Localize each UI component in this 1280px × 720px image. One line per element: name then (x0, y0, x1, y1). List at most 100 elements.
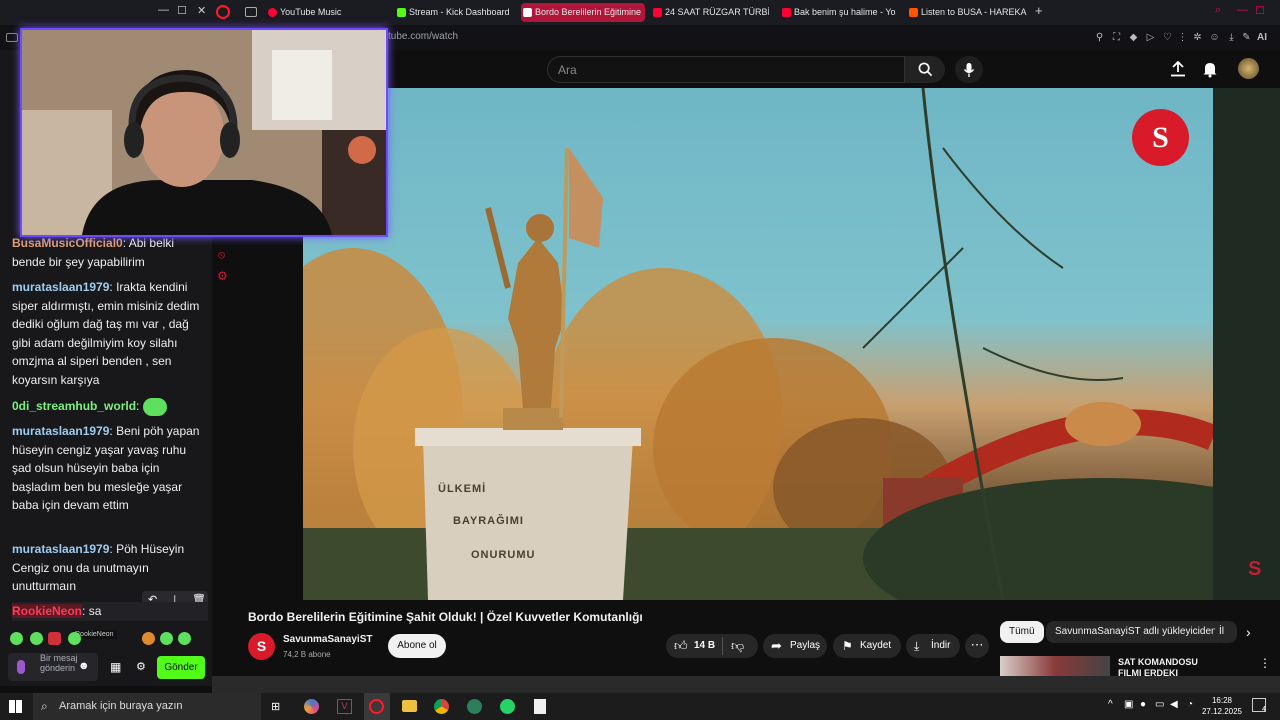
tab-ruzgar-turbin[interactable]: 24 SAAT RÜZGAR TÜRBİN (651, 3, 769, 22)
windows-start-icon[interactable] (9, 700, 22, 713)
clock-time: 16:28 (1211, 696, 1233, 705)
gift-icon[interactable]: ▦ (110, 660, 121, 674)
minimize-window-icon[interactable]: — (1237, 4, 1248, 16)
tab-youtube-music[interactable]: YouTube Music (266, 3, 384, 22)
tab-kick-dashboard[interactable]: Stream - Kick Dashboard (395, 3, 515, 22)
copilot-icon[interactable] (304, 699, 319, 714)
download-button[interactable]: ⤓ İndir (906, 634, 960, 658)
like-icon[interactable]: 👍︎ (674, 638, 688, 654)
whatsapp-icon[interactable] (500, 699, 515, 714)
emote-icon[interactable] (160, 632, 173, 645)
play-icon[interactable]: ▷ (1145, 32, 1156, 43)
workspaces-icon[interactable] (245, 7, 257, 17)
tray-chevron-icon[interactable]: ^ (1108, 699, 1113, 710)
chat-username[interactable]: murataslaan1979 (12, 424, 109, 438)
suggested-thumbnail[interactable] (1000, 656, 1110, 676)
chat-username[interactable]: RookieNeon (12, 604, 83, 618)
new-tab-icon[interactable]: + (1035, 3, 1043, 18)
file-explorer-icon[interactable] (402, 700, 417, 712)
suggested-menu-icon[interactable]: ⋮ (1259, 656, 1271, 670)
emote-icon (142, 397, 167, 416)
more-actions-button[interactable]: ⋯ (965, 634, 989, 658)
save-button[interactable]: ⚑ Kaydet (833, 634, 901, 658)
search-input[interactable]: Ara (547, 56, 905, 83)
app-icon[interactable]: V (337, 699, 352, 714)
download-icon[interactable]: ⤓ (1226, 32, 1237, 43)
emote-icon[interactable] (48, 632, 61, 645)
activity-icon[interactable]: ⦸ (218, 249, 225, 262)
xbox-icon[interactable] (467, 699, 482, 714)
microphone-icon[interactable] (17, 660, 25, 674)
chat-input[interactable]: Bir mesaj gönderin ☻ (8, 653, 98, 681)
settings-gear-icon[interactable]: ⚙ (217, 269, 228, 283)
task-view-icon[interactable]: ⊞ (271, 700, 280, 713)
vpn-icon[interactable] (6, 33, 18, 42)
account-icon[interactable]: ☺ (1209, 32, 1220, 43)
suggested-title[interactable]: SAT KOMANDOSU (1118, 657, 1198, 667)
chat-settings-icon[interactable]: ⚙ (136, 660, 146, 673)
opera-icon[interactable] (369, 699, 384, 714)
suggested-subtitle: FİLMİ ERDEKİ ASKERİ (1118, 669, 1178, 676)
url-field[interactable]: tube.com/watch (388, 31, 458, 42)
notifications-button[interactable] (1202, 60, 1218, 83)
microphone-tray-icon[interactable]: ● (1140, 699, 1146, 710)
tab-bordo-bereliler[interactable]: Bordo Berelilerin Eğitimine (521, 3, 645, 22)
chat-username[interactable]: murataslaan1979 (12, 280, 109, 294)
watermark-icon: S (1248, 558, 1262, 580)
tab-label: Bordo Berelilerin Eğitimine (535, 7, 642, 17)
heart-icon[interactable]: ♡ (1162, 32, 1173, 43)
close-icon[interactable]: ✕ (197, 4, 206, 17)
maximize-icon[interactable]: ☐ (177, 4, 187, 17)
display-tray-icon[interactable]: ▭ (1155, 699, 1164, 710)
avatar[interactable] (1238, 58, 1259, 79)
voice-search-button[interactable] (955, 56, 983, 83)
emote-icon[interactable] (142, 632, 155, 645)
chrome-icon[interactable] (434, 699, 449, 714)
emote-icon[interactable] (68, 632, 81, 645)
chip-all[interactable]: Tümü (1000, 621, 1044, 643)
shield-icon[interactable]: ◆ (1128, 32, 1139, 43)
chat-username[interactable]: murataslaan1979 (12, 542, 109, 556)
chat-username[interactable]: BusaMusicOfficial0 (12, 236, 123, 250)
like-count[interactable]: 14 B (694, 640, 715, 651)
emote-icon[interactable] (178, 632, 191, 645)
ai-icon[interactable]: AI (1255, 32, 1269, 43)
channel-name[interactable]: SavunmaSanayiST (283, 634, 372, 645)
system-clock[interactable]: 16:28 27.12.2025 (1200, 695, 1244, 717)
tab-busa-soundcloud[interactable]: Listen to BUSA - HAREKA (907, 3, 1027, 22)
update-tray-icon[interactable]: ◔ (1187, 699, 1193, 710)
chip-related[interactable]: İl (1215, 621, 1237, 643)
youtube-icon (523, 8, 532, 17)
search-button[interactable] (905, 56, 945, 83)
emote-icon[interactable] (30, 632, 43, 645)
send-button[interactable]: Gönder (157, 656, 205, 679)
opera-logo-icon[interactable] (216, 5, 230, 19)
download-arrow-icon: ⤓ (914, 639, 920, 653)
volume-icon[interactable]: ◀ (1170, 699, 1178, 710)
channel-avatar[interactable]: S (248, 633, 275, 660)
chip-from-uploader[interactable]: SavunmaSanayiST adlı yükleyiciden (1046, 621, 1226, 643)
video-player[interactable]: ÜLKEMİ BAYRAĞIMI ONURUMU S (303, 88, 1213, 600)
taskbar-search[interactable]: ⌕ Aramak için buraya yazın (33, 693, 261, 720)
emote-icon[interactable] (10, 632, 23, 645)
emoji-icon[interactable]: ☻ (78, 660, 90, 672)
tab-bak-benim[interactable]: Bak benim şu halime - Yo (780, 3, 896, 22)
maximize-window-icon[interactable]: ☐ (1255, 4, 1265, 17)
snapshot-icon[interactable]: ⛶ (1111, 32, 1122, 43)
search-tabs-icon[interactable]: ⌕ (1215, 4, 1221, 17)
dislike-icon[interactable]: 👎︎ (731, 638, 744, 654)
minimize-icon[interactable]: — (158, 4, 169, 16)
upload-button[interactable] (1169, 60, 1187, 82)
pin-icon[interactable]: ⚲ (1094, 32, 1105, 43)
chevron-right-icon[interactable]: › (1246, 624, 1251, 640)
more-icon[interactable]: ⋮ (1177, 32, 1188, 43)
extensions-icon[interactable]: ✲ (1192, 32, 1203, 43)
windows-taskbar: ⌕ Aramak için buraya yazın ⊞ V ^ ▣ ● ▭ ◀… (0, 693, 1280, 720)
youtube-icon (782, 8, 791, 17)
settings-icon[interactable]: ✎ (1241, 32, 1252, 43)
notepad-icon[interactable] (534, 699, 546, 714)
tray-icon[interactable]: ▣ (1124, 699, 1133, 710)
chat-username[interactable]: 0di_streamhub_world (12, 399, 136, 413)
share-button[interactable]: ➦ Paylaş (763, 634, 827, 658)
subscribe-button[interactable]: Abone ol (388, 634, 446, 658)
